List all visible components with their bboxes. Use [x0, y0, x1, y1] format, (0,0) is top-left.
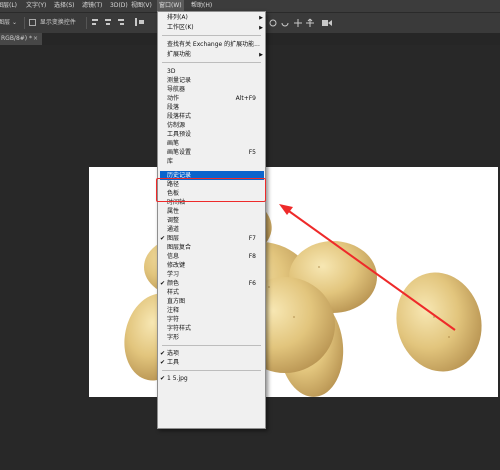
menu-item-3d[interactable]: 3D [158, 68, 265, 76]
auto-select-dropdown[interactable]: 图层 ⌄ [0, 13, 17, 33]
menu-item-timeline[interactable]: 时间轴 [158, 199, 265, 207]
menu-item-extensions[interactable]: 扩展功能 ▶ [158, 51, 265, 59]
menu-item-actions[interactable]: 动作 Alt+F9 [158, 95, 265, 103]
menu-item-history[interactable]: 历史记录 [160, 171, 264, 180]
submenu-arrow-icon: ▶ [259, 15, 263, 21]
menu-item-find-exchange[interactable]: 查找有关 Exchange 的扩展功能... [158, 41, 265, 49]
align-icons [92, 18, 144, 26]
submenu-arrow-icon: ▶ [259, 25, 263, 31]
menu-item-paragraph-styles[interactable]: 段落样式 [158, 113, 265, 121]
menu-view[interactable]: 视图(V) [131, 0, 152, 12]
menu-item-properties[interactable]: 属性 [158, 208, 265, 216]
roll-3d-icon [281, 22, 289, 27]
drag-3d-icon [294, 19, 302, 27]
window-menu: 排列(A) ▶ 工作区(K) ▶ 查找有关 Exchange 的扩展功能... … [157, 11, 266, 429]
align-bottom-edges-icon [118, 19, 124, 21]
menu-item-layer-comps[interactable]: 图层复合 [158, 244, 265, 252]
menu-item-character-styles[interactable]: 字符样式 [158, 325, 265, 333]
menu-item-swatches[interactable]: 色板 [158, 190, 265, 198]
checkmark-icon: ✔ [160, 359, 166, 366]
divider [86, 17, 87, 29]
menu-item-styles[interactable]: 样式 [158, 289, 265, 297]
align-left-edges-icon [135, 18, 137, 26]
checkmark-icon: ✔ [160, 235, 166, 242]
menu-item-layers[interactable]: ✔ 图层 F7 [158, 235, 265, 243]
menu-divider [162, 62, 261, 63]
menu-item-tools[interactable]: ✔ 工具 [158, 359, 265, 367]
document-tab[interactable]: RGB/8#) * × [0, 33, 42, 45]
menu-select[interactable]: 选择(S) [54, 0, 75, 12]
shortcut: F5 [248, 149, 256, 156]
close-icon[interactable]: × [33, 33, 38, 45]
menu-item-libraries[interactable]: 库 [158, 158, 265, 166]
menu-item-adjustments[interactable]: 调整 [158, 217, 265, 225]
menu-divider [162, 370, 261, 371]
show-transform-controls[interactable]: 显示变换控件 [29, 13, 76, 33]
menu-item-clone-source[interactable]: 仿制源 [158, 122, 265, 130]
menu-item-color[interactable]: ✔ 颜色 F6 [158, 280, 265, 288]
menu-type[interactable]: 文字(Y) [26, 0, 46, 12]
align-vertical-centers-icon [105, 19, 111, 21]
shortcut: Alt+F9 [235, 95, 256, 102]
menu-item-paragraph[interactable]: 段落 [158, 104, 265, 112]
shortcut: F6 [248, 280, 256, 287]
menu-item-channels[interactable]: 通道 [158, 226, 265, 234]
menu-item-learn[interactable]: 学习 [158, 271, 265, 279]
menu-layer[interactable]: 图层(L) [0, 0, 17, 12]
menu-item-glyphs[interactable]: 字形 [158, 334, 265, 342]
divider [24, 17, 25, 29]
show-transform-label: 显示变换控件 [39, 19, 76, 26]
menu-item-measurement-log[interactable]: 测量记录 [158, 77, 265, 85]
document-tab-label: RGB/8#) * [1, 35, 33, 42]
potato-photo [124, 187, 482, 397]
menu-item-options[interactable]: ✔ 选项 [158, 350, 265, 358]
menu-item-workspace[interactable]: 工作区(K) ▶ [158, 24, 265, 32]
menu-divider [162, 35, 261, 36]
menu-item-paths[interactable]: 路径 [158, 181, 265, 189]
menu-item-brush-settings[interactable]: 画笔设置 F5 [158, 149, 265, 157]
menu-item-info[interactable]: 信息 F8 [158, 253, 265, 261]
menu-item-open-document[interactable]: ✔ 1 5.jpg [158, 375, 265, 383]
menu-item-arrange[interactable]: 排列(A) ▶ [158, 14, 265, 22]
menu-3d[interactable]: 3D(D) [110, 0, 128, 12]
submenu-arrow-icon: ▶ [259, 52, 263, 58]
menu-item-navigator[interactable]: 导航器 [158, 86, 265, 94]
menu-filter[interactable]: 滤镜(T) [82, 0, 102, 12]
menu-item-histogram[interactable]: 直方图 [158, 298, 265, 306]
checkbox-icon [29, 19, 36, 26]
checkmark-icon: ✔ [160, 375, 166, 382]
menu-divider [162, 345, 261, 346]
slide-3d-icon [306, 18, 314, 27]
video-camera-icon [322, 20, 328, 26]
document-canvas[interactable] [89, 167, 498, 397]
menu-item-modifier-keys[interactable]: 修改键 [158, 262, 265, 270]
menu-item-tool-presets[interactable]: 工具预设 [158, 131, 265, 139]
checkmark-icon: ✔ [160, 350, 166, 357]
checkmark-icon: ✔ [160, 280, 166, 287]
menu-item-brushes[interactable]: 画笔 [158, 140, 265, 148]
menu-item-notes[interactable]: 注释 [158, 307, 265, 315]
shortcut: F8 [248, 253, 256, 260]
shortcut: F7 [248, 235, 256, 242]
3d-mode-icons [269, 18, 332, 27]
align-top-edges-icon [92, 19, 98, 21]
orbit-3d-icon [269, 19, 277, 27]
chevron-down-icon: ⌄ [11, 19, 17, 26]
menu-item-character[interactable]: 字符 [158, 316, 265, 324]
auto-select-value: 图层 [0, 19, 11, 26]
